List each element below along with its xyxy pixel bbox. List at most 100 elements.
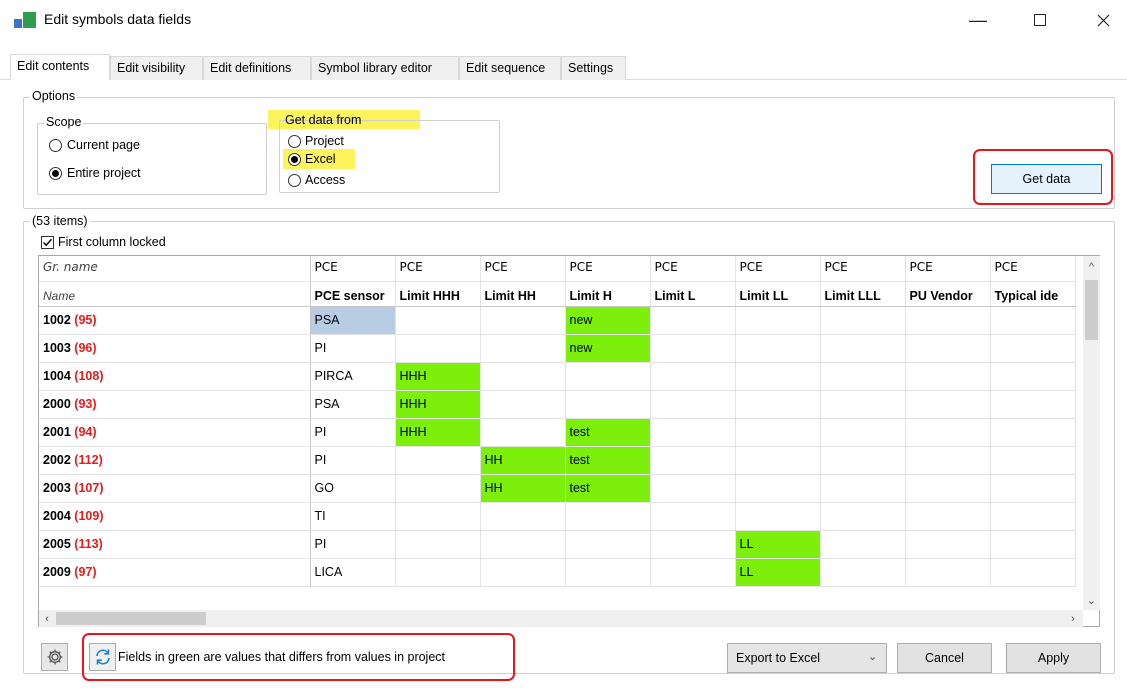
grid-cell[interactable] [650, 362, 736, 391]
source-access-radio[interactable] [288, 174, 301, 187]
column-header-cell[interactable]: PCE sensor [310, 281, 396, 307]
grid-cell[interactable] [735, 362, 821, 391]
scroll-right-icon[interactable]: › [1066, 610, 1080, 627]
column-header-cell[interactable]: Limit H [565, 281, 651, 307]
grid-cell[interactable]: new [565, 306, 651, 335]
source-excel-radio[interactable] [288, 153, 301, 166]
tab-settings[interactable]: Settings [561, 56, 626, 80]
grid-cell[interactable] [565, 362, 651, 391]
column-header-cell[interactable]: Limit L [650, 281, 736, 307]
row-name-cell[interactable]: 2005 (113) [39, 530, 311, 559]
table-row[interactable]: 2001 (94) PI HHH test [39, 418, 1076, 447]
grid-cell[interactable] [820, 558, 906, 587]
grid-cell[interactable] [735, 502, 821, 531]
scope-entire-project-radio[interactable] [49, 167, 62, 180]
tab-edit-visibility[interactable]: Edit visibility [110, 56, 203, 80]
row-name-cell[interactable]: 2001 (94) [39, 418, 311, 447]
cancel-button[interactable]: Cancel [897, 643, 992, 673]
grid-cell[interactable] [735, 446, 821, 475]
table-row[interactable]: 1002 (95) PSA new [39, 306, 1076, 335]
row-name-cell[interactable]: 2002 (112) [39, 446, 311, 475]
grid-cell[interactable] [735, 418, 821, 447]
table-row[interactable]: 2009 (97) LICA LL [39, 558, 1076, 587]
grid-cell[interactable]: test [565, 446, 651, 475]
grid-cell[interactable] [480, 530, 566, 559]
grid-cell[interactable] [735, 390, 821, 419]
grid-cell[interactable]: LL [735, 558, 821, 587]
grid-cell[interactable] [820, 390, 906, 419]
grid-cell[interactable]: HHH [395, 418, 481, 447]
row-name-cell[interactable]: 1002 (95) [39, 306, 311, 335]
grid-cell[interactable] [735, 306, 821, 335]
grid-cell[interactable] [480, 502, 566, 531]
source-project-radio[interactable] [288, 135, 301, 148]
grid-cell[interactable] [650, 306, 736, 335]
row-name-cell[interactable]: 2003 (107) [39, 474, 311, 503]
get-data-button[interactable]: Get data [991, 164, 1102, 194]
grid-cell[interactable] [650, 530, 736, 559]
grid-cell[interactable] [905, 362, 991, 391]
apply-button[interactable]: Apply [1006, 643, 1101, 673]
grid-cell[interactable] [820, 362, 906, 391]
grid-cell[interactable] [480, 418, 566, 447]
table-row[interactable]: 2005 (113) PI LL [39, 530, 1076, 559]
column-header-cell[interactable]: Limit HH [480, 281, 566, 307]
grid-cell[interactable] [990, 306, 1076, 335]
grid-cell[interactable] [905, 418, 991, 447]
minimize-button[interactable]: — [955, 0, 1001, 40]
table-row[interactable]: 1003 (96) PI new [39, 334, 1076, 363]
grid-cell[interactable] [990, 334, 1076, 363]
tab-edit-definitions[interactable]: Edit definitions [203, 56, 311, 80]
grid-cell[interactable] [395, 502, 481, 531]
grid-cell[interactable] [905, 558, 991, 587]
column-header-cell[interactable]: Limit HHH [395, 281, 481, 307]
group-header-cell[interactable]: PCE [565, 256, 651, 282]
maximize-button[interactable] [1017, 0, 1063, 40]
grid-cell[interactable]: test [565, 418, 651, 447]
grid-cell[interactable] [820, 530, 906, 559]
grid-cell[interactable]: GO [310, 474, 396, 503]
group-header-cell[interactable]: PCE [480, 256, 566, 282]
group-header-cell[interactable]: PCE [395, 256, 481, 282]
grid-cell[interactable]: PI [310, 418, 396, 447]
row-name-cell[interactable]: 1004 (108) [39, 362, 311, 391]
grid-cell[interactable] [480, 390, 566, 419]
grid-cell[interactable] [905, 390, 991, 419]
grid-cell[interactable] [905, 530, 991, 559]
scope-current-page-radio[interactable] [49, 139, 62, 152]
group-header-cell[interactable]: PCE [990, 256, 1076, 282]
grid-cell[interactable] [480, 334, 566, 363]
grid-cell[interactable] [820, 306, 906, 335]
grid-cell[interactable]: PSA [310, 390, 396, 419]
scroll-down-icon[interactable]: ⌄ [1083, 592, 1100, 609]
column-header-cell[interactable]: PU Vendor [905, 281, 991, 307]
grid-cell[interactable] [820, 418, 906, 447]
refresh-button[interactable] [89, 643, 116, 671]
grid-cell[interactable] [395, 446, 481, 475]
grid-cell[interactable] [990, 474, 1076, 503]
grid-cell[interactable] [735, 334, 821, 363]
grid-cell[interactable] [990, 418, 1076, 447]
table-row[interactable]: 2004 (109) TI [39, 502, 1076, 531]
row-name-cell[interactable]: 2004 (109) [39, 502, 311, 531]
grid-cell[interactable] [650, 418, 736, 447]
tab-symbol-library-editor[interactable]: Symbol library editor [311, 56, 459, 80]
grid-cell[interactable] [820, 446, 906, 475]
grid-cell[interactable]: new [565, 334, 651, 363]
grid-cell[interactable] [990, 530, 1076, 559]
table-row[interactable]: 1004 (108) PIRCA HHH [39, 362, 1076, 391]
grid-cell[interactable] [990, 502, 1076, 531]
grid-cell[interactable]: PI [310, 334, 396, 363]
grid-cell[interactable] [650, 334, 736, 363]
grid-cell[interactable]: test [565, 474, 651, 503]
data-grid[interactable]: Gr. name PCE PCE PCE PCE PCE PCE PCE PCE PCE Name P… [38, 255, 1100, 627]
grid-cell[interactable]: LICA [310, 558, 396, 587]
grid-cell[interactable] [820, 474, 906, 503]
grid-cell[interactable] [990, 362, 1076, 391]
grid-cell[interactable] [905, 306, 991, 335]
row-name-cell[interactable]: 2009 (97) [39, 558, 311, 587]
grid-cell[interactable]: HH [480, 446, 566, 475]
close-button[interactable] [1080, 0, 1126, 40]
group-header-cell[interactable]: PCE [310, 256, 396, 282]
grid-cell[interactable] [650, 446, 736, 475]
